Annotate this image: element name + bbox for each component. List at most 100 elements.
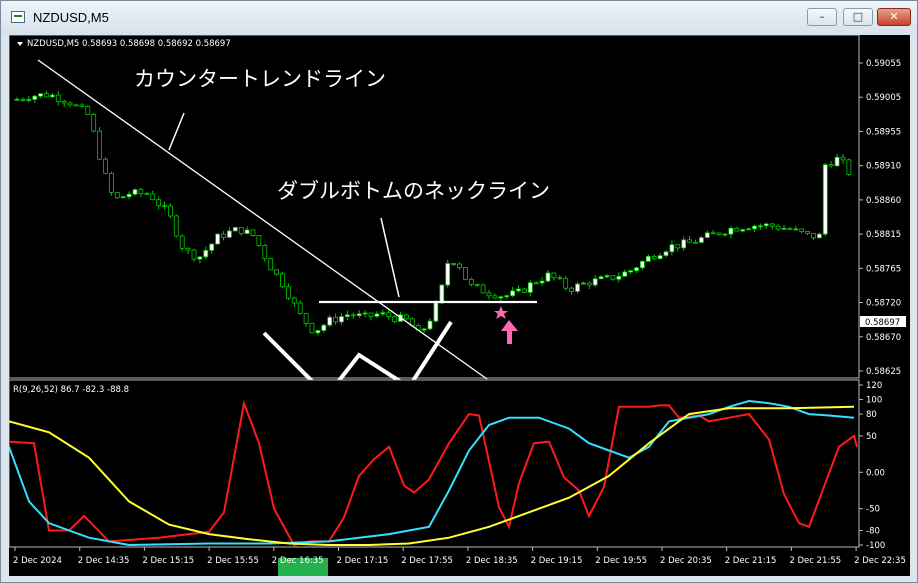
candle-body (238, 227, 244, 234)
price-tick-label: 0.58670 (866, 333, 901, 343)
candle-body (303, 313, 309, 324)
candle-body (781, 227, 787, 230)
candle-body (44, 93, 49, 98)
candle-body (616, 275, 622, 280)
terminal-window: NZDUSD,M5 – □ ✕ NZDUSD,M5 0.58693 0.5869… (0, 0, 918, 583)
candle-body (657, 255, 663, 260)
minimize-button[interactable]: – (807, 8, 837, 26)
candle-body (740, 229, 746, 232)
close-button[interactable]: ✕ (877, 8, 911, 26)
candle-body (805, 231, 810, 234)
candle-body (156, 199, 162, 207)
osc-tick-label: 100 (866, 396, 882, 406)
candle-body (380, 312, 386, 315)
candle-body (209, 243, 215, 251)
candle-body (309, 323, 315, 334)
time-tick-label: 2 Dec 17:15 (337, 556, 389, 566)
candle-body (191, 249, 197, 260)
candle-body (728, 227, 734, 235)
candle-body (569, 287, 574, 292)
candle-body (468, 278, 474, 285)
candle-body (758, 225, 763, 228)
candle-body (563, 278, 569, 289)
candle-body (610, 275, 616, 280)
price-tick-label: 0.59055 (866, 59, 901, 69)
candle-body (504, 295, 510, 298)
candle-body (97, 130, 102, 160)
symbol-ohlc-header: NZDUSD,M5 0.58693 0.58698 0.58692 0.5869… (27, 39, 231, 49)
candle-body (215, 233, 221, 245)
osc-tick-label: 50 (866, 432, 877, 442)
candle-body (109, 172, 114, 193)
time-tick-label: 2 Dec 22:35 (854, 556, 906, 566)
candle-body (834, 156, 840, 167)
candle-body (604, 275, 610, 278)
time-tick-label: 2 Dec 15:55 (207, 556, 259, 566)
candle-body (445, 263, 451, 286)
time-axis[interactable]: 2 Dec 2024 2 Dec 14:35 2 Dec 15:15 2 Dec 15… (13, 547, 906, 566)
candle-body (716, 232, 722, 235)
chart-area[interactable]: NZDUSD,M5 0.58693 0.58698 0.58692 0.5869… (9, 35, 910, 576)
candle-body (55, 94, 61, 102)
candle-body (120, 196, 126, 199)
candle-body (846, 159, 852, 175)
candle-body (268, 258, 274, 271)
candle-body (527, 282, 533, 293)
candle-body (50, 94, 55, 98)
candle-body (581, 282, 586, 285)
candle-body (840, 156, 846, 161)
candle-body (811, 232, 816, 239)
candle-body (828, 164, 834, 167)
candle-body (710, 232, 716, 235)
osc-tick-label: 120 (866, 381, 882, 391)
price-tick-label: 0.58720 (866, 299, 901, 309)
candle-body (285, 286, 291, 299)
candle-body (516, 288, 521, 292)
candle-body (474, 283, 480, 286)
candle-body (20, 98, 26, 101)
candle-body (799, 228, 805, 232)
candle-body (403, 314, 409, 320)
price-tick-label: 0.58955 (866, 127, 901, 137)
candle-body (575, 283, 580, 292)
candle-body (150, 193, 156, 201)
time-tick-label: 2 Dec 20:35 (660, 556, 712, 566)
candle-body (250, 229, 256, 236)
candle-body (327, 316, 333, 326)
candle-body (769, 223, 775, 227)
maximize-button[interactable]: □ (843, 8, 873, 26)
candle-body (457, 263, 462, 268)
price-pane[interactable]: NZDUSD,M5 0.58693 0.58698 0.58692 0.5869… (9, 35, 860, 400)
time-tick-label: 2 Dec 16:35 (272, 556, 324, 566)
candle-body (722, 233, 728, 236)
candle-body (746, 228, 751, 231)
candle-body (368, 312, 374, 317)
candle-body (14, 98, 20, 101)
candle-body (280, 273, 285, 288)
osc-tick-label: 80 (866, 410, 877, 420)
candle-body (138, 189, 144, 194)
candle-body (144, 193, 150, 195)
candle-body (38, 93, 44, 97)
candle-body (132, 189, 138, 195)
price-tick-label: 0.58860 (866, 196, 901, 206)
current-price-label: 0.58697 (865, 318, 900, 328)
counter-trend-annotation: カウンタートレンドライン (134, 67, 386, 91)
candle-body (386, 312, 392, 318)
title-bar[interactable]: NZDUSD,M5 – □ ✕ (1, 1, 917, 35)
candle-body (598, 276, 604, 280)
candle-body (321, 324, 327, 331)
candle-body (775, 225, 781, 230)
candle-body (61, 101, 67, 104)
price-tick-label: 0.58910 (866, 162, 901, 172)
time-tick-label: 2 Dec 14:35 (78, 556, 130, 566)
window-title: NZDUSD,M5 (33, 10, 109, 25)
candle-body (510, 290, 516, 297)
candle-body (793, 228, 799, 231)
indicator-pane[interactable]: R(9,26,52) 86.7 -82.3 -88.8 (9, 379, 860, 548)
candle-body (539, 280, 545, 284)
candle-body (173, 215, 179, 237)
candle-body (693, 241, 698, 244)
candle-body (622, 271, 628, 277)
price-axis[interactable]: 0.59055 0.59005 0.58955 0.58910 0.58860 0.588… (859, 59, 901, 377)
